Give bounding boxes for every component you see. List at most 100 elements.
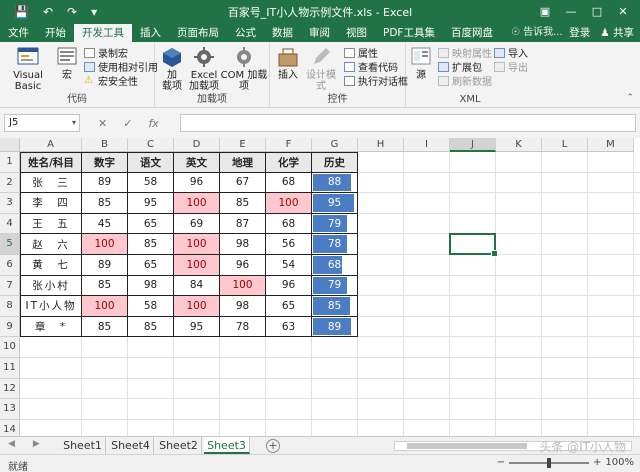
insert-function-icon[interactable]: fx (148, 117, 158, 130)
cancel-entry-icon[interactable]: ✕ (98, 117, 107, 130)
table-cell[interactable]: 85 (220, 193, 266, 214)
table-header-cell[interactable]: 地理 (220, 152, 266, 173)
tab-developer[interactable]: 开发工具 (74, 24, 132, 42)
table-cell[interactable]: 67 (220, 172, 266, 194)
table-cell[interactable]: 95 (174, 316, 220, 338)
table-cell[interactable]: 张 三 (20, 172, 82, 194)
table-cell[interactable]: 65 (266, 296, 312, 317)
column-header[interactable]: D (174, 138, 220, 152)
table-header-cell[interactable]: 英文 (174, 152, 220, 173)
table-cell[interactable]: 89 (82, 255, 128, 276)
save-icon[interactable]: 💾 (14, 5, 29, 19)
zoom-level[interactable]: 100% (605, 457, 634, 468)
table-cell[interactable]: 100 (174, 296, 220, 317)
table-cell[interactable]: 89 (82, 172, 128, 194)
column-header[interactable]: L (542, 138, 588, 152)
tab-review[interactable]: 审阅 (301, 24, 338, 42)
table-cell[interactable]: 85 (128, 234, 174, 255)
select-all-corner[interactable] (0, 138, 20, 152)
table-cell[interactable]: 45 (82, 213, 128, 235)
table-cell[interactable]: 100 (174, 255, 220, 276)
sheet-tab-sheet1[interactable]: Sheet1 (60, 437, 106, 454)
table-header-cell[interactable]: 化学 (266, 152, 312, 173)
row-header[interactable]: 5 (0, 234, 20, 255)
login-link[interactable]: 登录 (569, 24, 590, 42)
xml-source-button[interactable]: 源 (410, 46, 432, 81)
column-header[interactable]: A (20, 138, 82, 152)
sheet-tab-sheet4[interactable]: Sheet4 (108, 437, 154, 454)
table-cell[interactable]: 100 (220, 275, 266, 297)
table-cell[interactable]: 100 (82, 296, 128, 317)
table-cell[interactable]: 69 (174, 213, 220, 235)
share-button[interactable]: ♟ 共享 (600, 24, 634, 42)
properties-button[interactable]: 属性 (344, 46, 378, 60)
row-header[interactable]: 1 (0, 152, 20, 173)
column-header[interactable]: J (450, 138, 496, 152)
confirm-entry-icon[interactable]: ✓ (123, 117, 132, 130)
row-header[interactable]: 11 (0, 358, 20, 379)
expansion-pack-button[interactable]: 扩展包 (438, 60, 482, 74)
table-header-cell[interactable]: 数字 (82, 152, 128, 173)
table-cell[interactable]: 98 (220, 296, 266, 317)
close-icon[interactable]: ✕ (612, 3, 634, 21)
table-cell[interactable]: 100 (266, 193, 312, 214)
table-cell[interactable]: 98 (220, 234, 266, 255)
undo-icon[interactable]: ↶ (43, 5, 53, 19)
table-cell[interactable]: 100 (174, 234, 220, 255)
tab-formulas[interactable]: 公式 (227, 24, 264, 42)
table-cell[interactable]: 78 (220, 316, 266, 338)
column-header[interactable]: K (496, 138, 542, 152)
tab-pdf-tools[interactable]: PDF工具集 (375, 24, 443, 42)
insert-control-button[interactable]: 插入 (274, 46, 302, 81)
tab-page-layout[interactable]: 页面布局 (169, 24, 227, 42)
table-cell[interactable]: 96 (174, 172, 220, 194)
sheet-tab-sheet3[interactable]: Sheet3 (204, 437, 250, 454)
tab-view[interactable]: 视图 (338, 24, 375, 42)
table-cell[interactable]: 63 (266, 316, 312, 338)
export-button[interactable]: 导出 (494, 60, 528, 74)
table-cell[interactable]: 78 (312, 234, 358, 255)
table-cell[interactable]: 张小村 (20, 275, 82, 297)
maximize-icon[interactable]: □ (586, 3, 608, 21)
zoom-out-icon[interactable]: − (497, 457, 505, 468)
relative-reference-button[interactable]: 使用相对引用 (84, 60, 158, 74)
zoom-slider[interactable] (509, 457, 590, 468)
table-cell[interactable]: 89 (312, 316, 358, 338)
row-header[interactable]: 4 (0, 213, 20, 235)
ribbon-display-icon[interactable]: ▣ (534, 3, 556, 21)
tab-baidu-netdisk[interactable]: 百度网盘 (443, 24, 501, 42)
macro-security-button[interactable]: ⚠ 宏安全性 (84, 74, 138, 88)
next-sheet-icon[interactable]: ▶ (33, 439, 40, 449)
customize-qat-icon[interactable]: ▾ (91, 5, 97, 19)
collapse-ribbon-icon[interactable]: ⌃ (626, 93, 634, 103)
table-header-cell[interactable]: 姓名/科目 (20, 152, 82, 173)
table-cell[interactable]: 58 (128, 172, 174, 194)
active-cell-selection[interactable] (449, 233, 498, 257)
row-header[interactable]: 10 (0, 337, 20, 358)
row-header[interactable]: 14 (0, 419, 20, 436)
refresh-data-button[interactable]: 刷新数据 (438, 74, 492, 88)
table-cell[interactable]: 85 (312, 296, 358, 317)
table-cell[interactable]: 98 (128, 275, 174, 297)
row-header[interactable]: 3 (0, 193, 20, 214)
tab-home[interactable]: 开始 (37, 24, 74, 42)
record-macro-button[interactable]: 录制宏 (84, 46, 128, 60)
table-header-cell[interactable]: 历史 (312, 152, 358, 173)
row-header[interactable]: 13 (0, 399, 20, 420)
row-header[interactable]: 8 (0, 296, 20, 317)
table-cell[interactable]: 王 五 (20, 213, 82, 235)
com-addins-button[interactable]: COM 加载项 (219, 46, 269, 92)
table-cell[interactable]: 56 (266, 234, 312, 255)
table-cell[interactable]: 96 (220, 255, 266, 276)
table-cell[interactable]: 黄 七 (20, 255, 82, 276)
tab-file[interactable]: 文件 (0, 24, 37, 42)
column-header[interactable]: B (82, 138, 128, 152)
column-header[interactable]: G (312, 138, 358, 152)
minimize-icon[interactable]: — (560, 3, 582, 21)
worksheet-grid[interactable]: ABCDEFGHIJKLM123456789101112131415姓名/科目数… (0, 138, 640, 436)
table-cell[interactable]: 100 (174, 193, 220, 214)
table-cell[interactable]: 79 (312, 213, 358, 235)
row-header[interactable]: 6 (0, 255, 20, 276)
table-cell[interactable]: 87 (220, 213, 266, 235)
name-box-dropdown-icon[interactable]: ▾ (72, 115, 76, 131)
